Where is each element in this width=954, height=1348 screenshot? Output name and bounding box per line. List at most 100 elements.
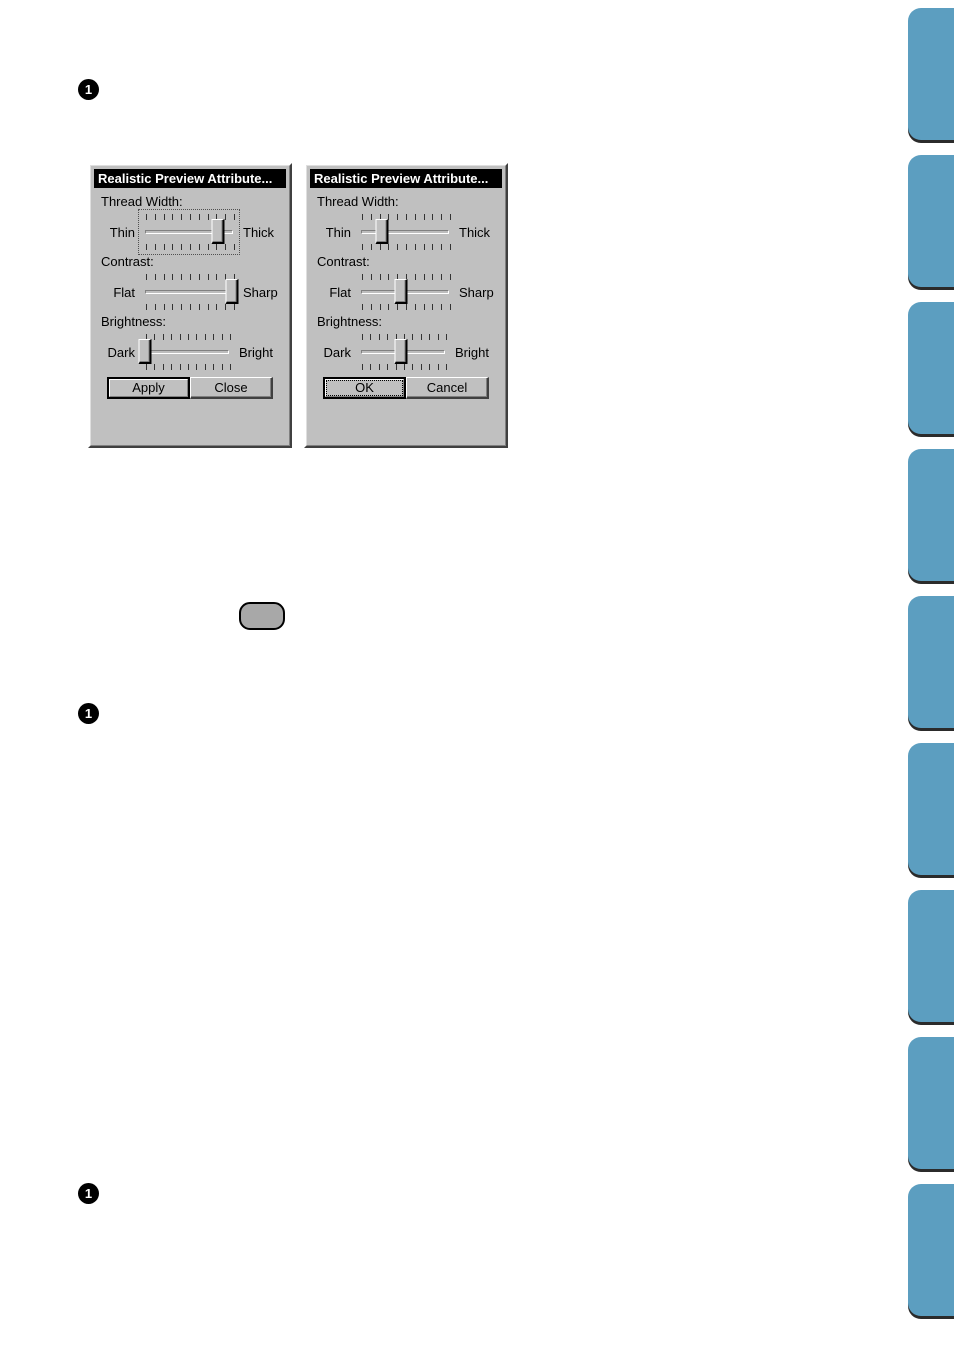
thread-width-label: Thread Width: — [101, 194, 183, 209]
tick-mark — [379, 304, 381, 310]
tick-mark — [171, 334, 173, 340]
dialog-titlebar: Realistic Preview Attribute... — [94, 169, 286, 188]
realistic-preview-attributes-dialog-apply[interactable]: Realistic Preview Attribute... Thread Wi… — [88, 163, 292, 448]
tick-mark — [370, 304, 372, 310]
tick-mark — [207, 244, 209, 250]
tick-mark — [378, 364, 380, 370]
tick-mark — [233, 244, 235, 250]
tick-mark — [405, 304, 407, 310]
thread-width-slider[interactable] — [138, 209, 240, 255]
slider-thumb[interactable] — [225, 279, 239, 304]
tick-mark — [181, 304, 183, 310]
tick-mark — [423, 304, 425, 310]
tick-mark — [437, 334, 439, 340]
dialog-inner-frame: Realistic Preview Attribute... Thread Wi… — [306, 165, 506, 446]
tick-mark — [403, 364, 405, 370]
realistic-preview-attributes-dialog-ok[interactable]: Realistic Preview Attribute... Thread Wi… — [304, 163, 508, 448]
tick-mark — [370, 274, 372, 280]
tick-mark — [179, 364, 181, 370]
close-button[interactable]: Close — [190, 377, 273, 399]
tick-mark — [420, 364, 422, 370]
tick-mark — [146, 244, 147, 250]
tick-mark — [397, 214, 399, 220]
section-tab-9[interactable] — [908, 1184, 954, 1316]
tick-mark — [429, 364, 431, 370]
tick-mark — [441, 244, 443, 250]
tick-mark — [213, 334, 215, 340]
tick-mark — [405, 214, 407, 220]
brightness-max-label: Bright — [455, 344, 489, 360]
contrast-label: Contrast: — [317, 254, 370, 269]
section-tab-4[interactable] — [908, 449, 954, 581]
thread-width-max-label: Thick — [243, 224, 275, 240]
ok-button[interactable]: OK — [323, 377, 407, 399]
tick-mark — [196, 364, 198, 370]
brightness-label: Brightness: — [317, 314, 383, 329]
tick-mark — [362, 334, 363, 340]
section-tab-8[interactable] — [908, 1037, 954, 1169]
slider-thumb[interactable] — [394, 339, 408, 364]
tick-marks-bottom — [146, 364, 231, 370]
brightness-group: Brightness: Dark Bright — [317, 314, 495, 374]
tick-mark — [189, 214, 191, 220]
tick-mark — [154, 334, 156, 340]
tick-mark — [181, 244, 183, 250]
tick-mark — [412, 364, 414, 370]
contrast-slider[interactable] — [141, 272, 239, 312]
tick-mark — [213, 364, 215, 370]
section-tab-7[interactable] — [908, 890, 954, 1022]
tick-mark — [449, 214, 451, 220]
tick-mark — [163, 214, 165, 220]
tick-mark — [204, 334, 206, 340]
rounded-button-glyph — [239, 602, 285, 630]
tick-mark — [378, 334, 380, 340]
thread-width-group: Thread Width: Thin Thick — [101, 194, 279, 255]
tick-marks-bottom — [362, 364, 447, 370]
tick-mark — [423, 214, 425, 220]
contrast-label: Contrast: — [101, 254, 154, 269]
brightness-group: Brightness: Dark Bright — [101, 314, 279, 374]
tick-mark — [388, 304, 390, 310]
section-tab-2[interactable] — [908, 155, 954, 287]
slider-thumb[interactable] — [138, 339, 152, 364]
contrast-slider[interactable] — [357, 272, 453, 312]
tick-mark — [387, 364, 389, 370]
tick-mark — [198, 304, 200, 310]
tick-mark — [172, 304, 174, 310]
tick-mark — [189, 244, 191, 250]
tick-marks-bottom — [146, 244, 235, 250]
tick-marks-top — [146, 274, 235, 280]
tick-mark — [362, 274, 363, 280]
tick-mark — [163, 304, 165, 310]
tick-mark — [181, 214, 183, 220]
section-tab-3[interactable] — [908, 302, 954, 434]
tick-mark — [172, 244, 174, 250]
cancel-button[interactable]: Cancel — [406, 377, 489, 399]
thread-width-slider[interactable] — [357, 212, 453, 252]
tick-mark — [163, 244, 165, 250]
tick-mark — [412, 334, 414, 340]
brightness-slider-row: Dark Bright — [317, 330, 495, 374]
section-tab-6[interactable] — [908, 743, 954, 875]
slider-thumb[interactable] — [375, 219, 389, 244]
brightness-slider[interactable] — [138, 332, 233, 372]
apply-button[interactable]: Apply — [107, 377, 191, 399]
tick-mark — [225, 304, 227, 310]
section-tab-1[interactable] — [908, 8, 954, 140]
slider-thumb[interactable] — [394, 279, 408, 304]
tick-mark — [221, 364, 223, 370]
tick-mark — [189, 274, 191, 280]
tick-mark — [172, 214, 174, 220]
slider-thumb[interactable] — [211, 219, 225, 244]
section-tab-5[interactable] — [908, 596, 954, 728]
tick-mark — [146, 304, 147, 310]
tick-mark — [189, 304, 191, 310]
brightness-slider[interactable] — [357, 332, 449, 372]
contrast-max-label: Sharp — [459, 284, 494, 300]
slider-track — [145, 350, 229, 354]
thread-width-min-label: Thin — [325, 224, 351, 240]
tick-mark — [441, 214, 443, 220]
tick-mark — [362, 244, 363, 250]
tick-mark — [414, 244, 416, 250]
contrast-slider-row: Flat Sharp — [101, 270, 279, 314]
